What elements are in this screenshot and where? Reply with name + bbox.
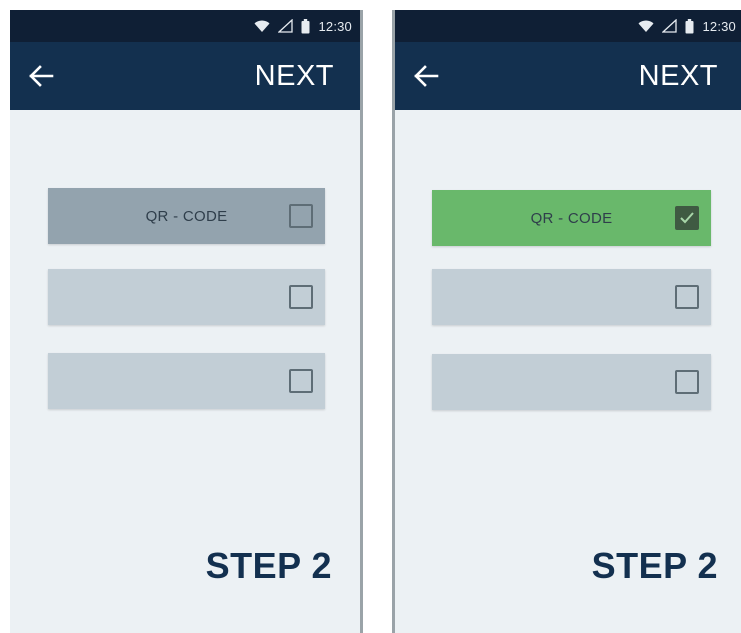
next-button[interactable]: NEXT [255,60,334,93]
status-time: 12:30 [318,18,352,34]
option-2[interactable] [432,269,711,325]
wifi-icon [638,20,654,33]
app-bar: NEXT [10,42,360,110]
checkbox-icon[interactable] [289,204,313,228]
option-qr-code[interactable]: QR - CODE [48,188,325,244]
next-button[interactable]: NEXT [639,60,718,93]
option-3[interactable] [432,354,711,410]
checkbox-icon[interactable] [289,369,313,393]
status-bar: 12:30 [10,10,360,42]
step-label: STEP 2 [205,545,332,586]
option-3[interactable] [48,353,325,409]
option-label: QR - CODE [145,207,228,225]
step-label: STEP 2 [591,545,718,586]
status-bar: 12:30 [395,10,741,42]
battery-icon [301,18,310,34]
phone-screen-left: 12:30 NEXT QR - CODE STEP 2 [10,10,363,633]
battery-icon [685,18,694,34]
back-button[interactable] [413,56,453,96]
back-button[interactable] [28,56,68,96]
checkbox-icon[interactable] [289,285,313,309]
wifi-icon [254,20,270,33]
signal-icon [662,19,678,33]
option-qr-code[interactable]: QR - CODE [432,190,711,246]
app-bar: NEXT [395,42,741,110]
checkbox-icon[interactable] [675,206,699,230]
signal-icon [278,19,294,33]
back-arrow-icon [29,65,54,87]
back-arrow-icon [414,65,439,87]
option-label: QR - CODE [530,209,613,227]
phone-screen-right: 12:30 NEXT QR - CODE STEP 2 [392,10,741,633]
status-time: 12:30 [702,18,736,34]
checkbox-icon[interactable] [675,370,699,394]
option-2[interactable] [48,269,325,325]
checkbox-icon[interactable] [675,285,699,309]
checkmark-icon [680,212,694,224]
